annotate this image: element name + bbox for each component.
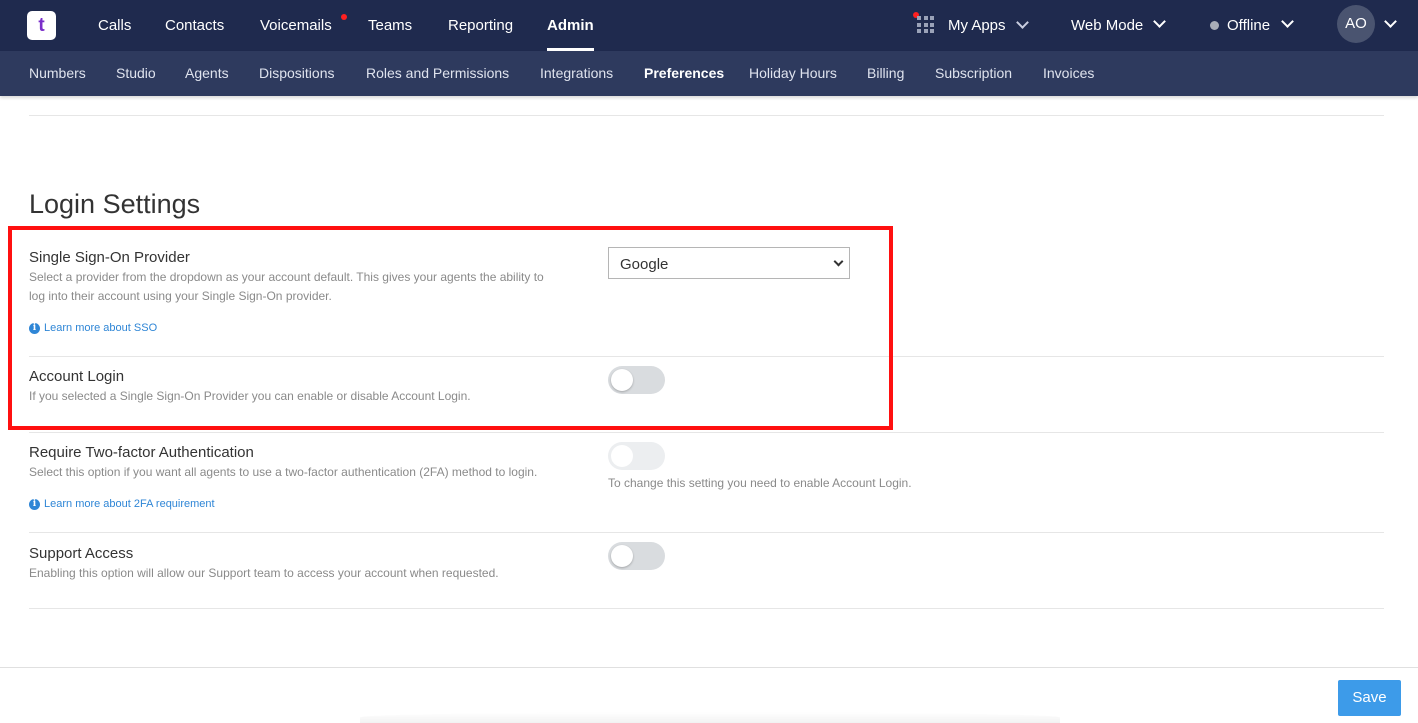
support-access-title: Support Access	[29, 545, 134, 562]
subnav-invoices[interactable]: Invoices	[1043, 51, 1094, 96]
row-divider	[29, 608, 1384, 609]
annotation-highlight-box	[8, 226, 893, 430]
toggle-knob	[611, 445, 633, 467]
nav-teams[interactable]: Teams	[368, 0, 412, 51]
top-navigation-bar: t Calls Contacts Voicemails Teams Report…	[0, 0, 1418, 51]
apps-grid-icon[interactable]	[917, 16, 934, 33]
my-apps-menu[interactable]: My Apps	[948, 0, 1006, 51]
app-logo[interactable]: t	[27, 11, 56, 40]
status-menu[interactable]: Offline	[1227, 0, 1270, 51]
two-factor-title: Require Two-factor Authentication	[29, 444, 254, 461]
status-dot-icon	[1210, 21, 1219, 30]
page-title: Login Settings	[29, 189, 201, 219]
subnav-dispositions[interactable]: Dispositions	[259, 51, 334, 96]
row-divider	[29, 432, 1384, 433]
support-access-toggle[interactable]	[608, 542, 665, 570]
status-chevron-down-icon[interactable]	[1281, 15, 1294, 28]
subnav-numbers[interactable]: Numbers	[29, 51, 86, 96]
nav-voicemails[interactable]: Voicemails	[260, 0, 332, 51]
admin-sub-navigation: Numbers Studio Agents Dispositions Roles…	[0, 51, 1418, 96]
nav-admin[interactable]: Admin	[547, 0, 594, 51]
nav-calls[interactable]: Calls	[98, 0, 131, 51]
subnav-billing[interactable]: Billing	[867, 51, 904, 96]
subnav-integrations[interactable]: Integrations	[540, 51, 613, 96]
section-divider	[29, 115, 1384, 116]
subnav-holiday-hours[interactable]: Holiday Hours	[749, 51, 837, 96]
nav-contacts[interactable]: Contacts	[165, 0, 224, 51]
subnav-agents[interactable]: Agents	[185, 51, 229, 96]
user-avatar[interactable]: AO	[1337, 5, 1375, 43]
subnav-subscription[interactable]: Subscription	[935, 51, 1012, 96]
row-divider	[29, 532, 1384, 533]
two-factor-disabled-note: To change this setting you need to enabl…	[608, 476, 912, 490]
save-button[interactable]: Save	[1338, 680, 1401, 716]
web-mode-chevron-down-icon[interactable]	[1153, 15, 1166, 28]
two-factor-toggle[interactable]	[608, 442, 665, 470]
subnav-roles-and-permissions[interactable]: Roles and Permissions	[366, 51, 509, 96]
footer-divider	[0, 667, 1418, 668]
my-apps-chevron-down-icon[interactable]	[1016, 16, 1029, 29]
subnav-preferences[interactable]: Preferences	[644, 51, 724, 96]
learn-more-2fa-label[interactable]: Learn more about 2FA requirement	[44, 498, 215, 510]
info-icon: i	[29, 498, 40, 510]
voicemails-notification-dot	[341, 14, 347, 20]
user-menu-chevron-down-icon[interactable]	[1384, 15, 1397, 28]
support-access-description: Enabling this option will allow our Supp…	[29, 566, 499, 580]
learn-more-2fa-link[interactable]: i Learn more about 2FA requirement	[29, 498, 215, 510]
subnav-studio[interactable]: Studio	[116, 51, 156, 96]
logo-icon: t	[38, 14, 45, 36]
two-factor-description: Select this option if you want all agent…	[29, 465, 538, 479]
nav-reporting[interactable]: Reporting	[448, 0, 513, 51]
footer-shadow	[360, 712, 1060, 723]
toggle-knob	[611, 545, 633, 567]
web-mode-menu[interactable]: Web Mode	[1071, 0, 1143, 51]
